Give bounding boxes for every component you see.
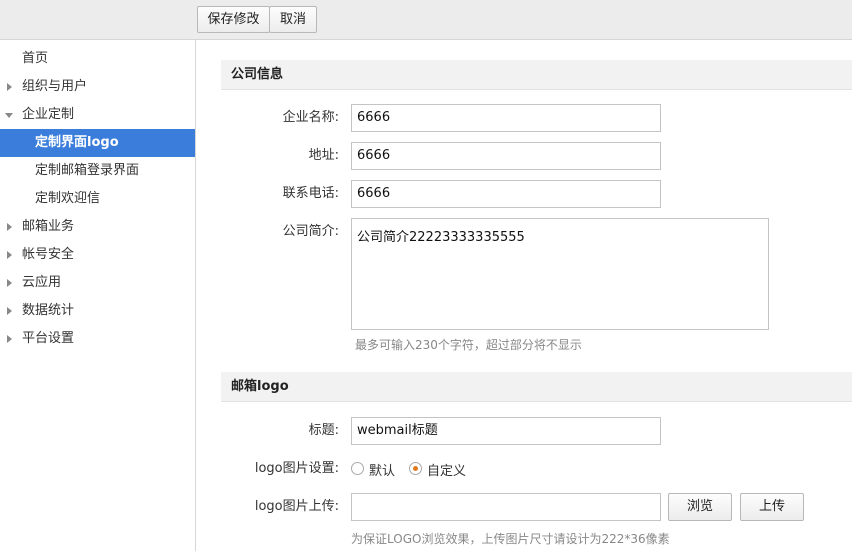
radio-default[interactable]: [351, 462, 364, 475]
radio-custom-label: 自定义: [427, 464, 467, 479]
sidebar-item-statistics[interactable]: 数据统计: [0, 297, 195, 325]
top-toolbar: 保存修改 取消: [0, 0, 852, 40]
sidebar-item-org-users[interactable]: 组织与用户: [0, 73, 195, 101]
chevron-right-icon: [7, 307, 12, 315]
sidebar-item-home[interactable]: 首页: [0, 45, 195, 73]
sidebar-item-label: 定制界面logo: [35, 135, 119, 150]
logo-setting-label: logo图片设置:: [254, 461, 339, 476]
company-name-input[interactable]: 6666: [351, 104, 661, 132]
company-intro-textarea[interactable]: 公司简介22223333335555: [351, 218, 769, 330]
sidebar-item-label: 平台设置: [22, 331, 75, 346]
chevron-right-icon: [7, 335, 12, 343]
address-input[interactable]: 6666: [351, 142, 661, 170]
upload-hint-text: 为保证LOGO浏览效果，上传图片尺寸请设计为222*36像素: [351, 532, 670, 546]
browse-button[interactable]: 浏览: [668, 493, 732, 521]
sidebar-item-label: 首页: [22, 51, 49, 66]
company-info-section-title: 公司信息: [221, 60, 852, 90]
sidebar-item-cloud-apps[interactable]: 云应用: [0, 269, 195, 297]
logo-upload-label: logo图片上传:: [254, 499, 339, 514]
sidebar-item-custom-welcome[interactable]: 定制欢迎信: [0, 185, 195, 213]
sidebar-item-enterprise-custom[interactable]: 企业定制: [0, 101, 195, 129]
logo-file-input[interactable]: [351, 493, 661, 521]
chevron-right-icon: [7, 223, 12, 231]
sidebar-item-label: 邮箱业务: [22, 219, 75, 234]
sidebar: 首页 组织与用户 企业定制 定制界面logo 定制邮箱登录界面 定制欢迎信 邮箱…: [0, 40, 196, 551]
sidebar-item-label: 组织与用户: [22, 79, 88, 94]
address-label: 地址:: [308, 148, 339, 163]
mail-logo-section-title: 邮箱logo: [221, 372, 852, 402]
chevron-right-icon: [7, 83, 12, 91]
chevron-down-icon: [5, 113, 13, 118]
company-intro-label: 公司简介:: [282, 224, 339, 239]
webmail-title-input[interactable]: webmail标题: [351, 417, 661, 445]
main-content: 公司信息 企业名称: 6666 地址: 6666 联系电话: 6666 公司简介…: [197, 40, 852, 551]
upload-button[interactable]: 上传: [740, 493, 804, 521]
sidebar-item-label: 企业定制: [22, 107, 75, 122]
sidebar-item-custom-login[interactable]: 定制邮箱登录界面: [0, 157, 195, 185]
radio-custom[interactable]: [409, 462, 422, 475]
company-name-label: 企业名称:: [282, 110, 339, 125]
phone-label: 联系电话:: [282, 186, 339, 201]
chevron-right-icon: [7, 279, 12, 287]
sidebar-item-custom-logo[interactable]: 定制界面logo: [0, 129, 195, 157]
phone-input[interactable]: 6666: [351, 180, 661, 208]
sidebar-item-platform-settings[interactable]: 平台设置: [0, 325, 195, 353]
chevron-right-icon: [7, 251, 12, 259]
sidebar-item-mail-business[interactable]: 邮箱业务: [0, 213, 195, 241]
title-label: 标题:: [308, 423, 339, 438]
sidebar-item-label: 帐号安全: [22, 247, 75, 262]
sidebar-item-label: 云应用: [22, 275, 62, 290]
sidebar-item-account-security[interactable]: 帐号安全: [0, 241, 195, 269]
sidebar-item-label: 数据统计: [22, 303, 75, 318]
intro-hint-text: 最多可输入230个字符，超过部分将不显示: [355, 338, 582, 352]
cancel-button[interactable]: 取消: [269, 6, 317, 33]
sidebar-item-label: 定制邮箱登录界面: [35, 163, 140, 178]
radio-default-label: 默认: [369, 464, 396, 479]
save-changes-button[interactable]: 保存修改: [197, 6, 270, 33]
sidebar-item-label: 定制欢迎信: [35, 191, 101, 206]
